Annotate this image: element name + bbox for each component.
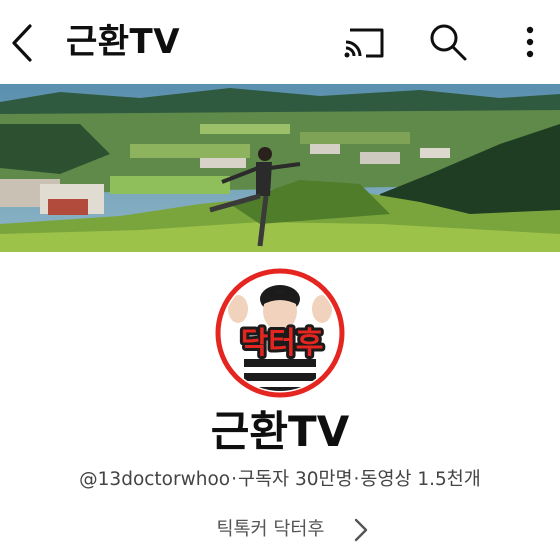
channel-avatar[interactable]: 닥터후 닥터후 bbox=[214, 267, 346, 399]
svg-text:닥터후: 닥터후 bbox=[241, 326, 324, 361]
chevron-right-icon[interactable] bbox=[350, 516, 372, 544]
subscriber-count: 구독자 30만명 bbox=[238, 469, 353, 490]
more-vertical-icon[interactable] bbox=[516, 22, 544, 62]
channel-handle: @13doctorwhoo bbox=[79, 469, 231, 490]
back-arrow-icon[interactable] bbox=[6, 20, 40, 66]
avatar-badge: 닥터후 닥터후 bbox=[238, 323, 327, 364]
cast-icon[interactable] bbox=[342, 26, 386, 60]
channel-link-row[interactable]: 틱톡커 닥터후 bbox=[0, 514, 560, 548]
channel-banner-image bbox=[0, 84, 560, 252]
page-title: 근환TV bbox=[66, 22, 181, 62]
video-count: 동영상 1.5천개 bbox=[360, 469, 481, 490]
channel-meta: @13doctorwhoo·구독자 30만명·동영상 1.5천개 bbox=[0, 466, 560, 494]
meta-separator: · bbox=[231, 469, 237, 490]
channel-link-text[interactable]: 틱톡커 닥터후 bbox=[216, 514, 324, 546]
channel-name: 근환TV bbox=[210, 407, 350, 456]
top-app-bar: 근환TV bbox=[0, 0, 560, 84]
search-icon[interactable] bbox=[428, 22, 468, 62]
